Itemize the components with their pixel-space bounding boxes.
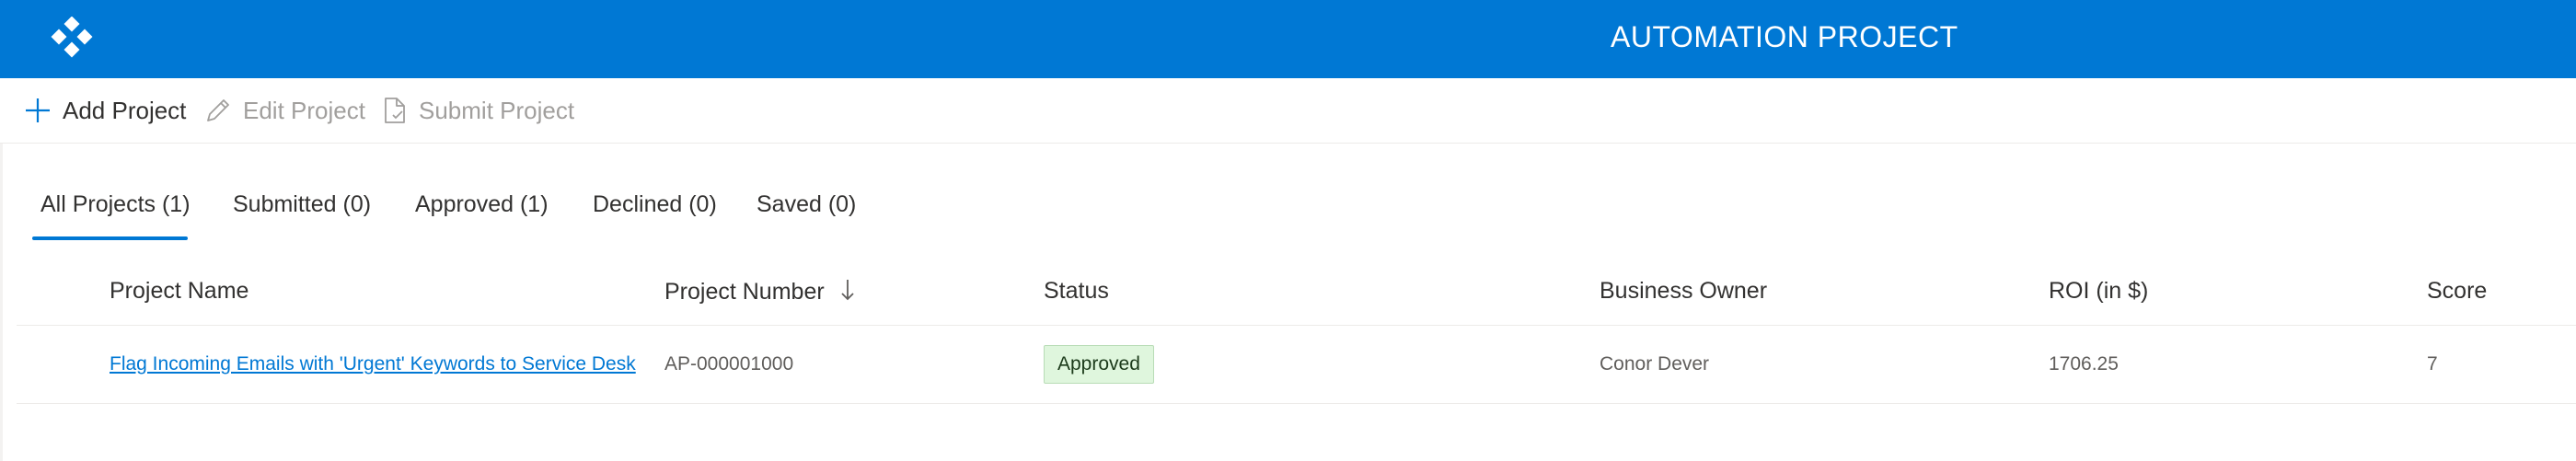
active-tab-indicator bbox=[32, 236, 188, 240]
tab-approved[interactable]: Approved (1) bbox=[415, 191, 549, 218]
pencil-icon bbox=[207, 99, 229, 121]
cell-project-number: AP-000001000 bbox=[664, 353, 794, 375]
project-name-link[interactable]: Flag Incoming Emails with 'Urgent' Keywo… bbox=[110, 353, 636, 375]
edit-project-button[interactable]: Edit Project bbox=[204, 78, 365, 143]
plus-icon bbox=[26, 98, 50, 122]
command-bar: Add Project Edit Project Submit Project bbox=[0, 78, 2576, 144]
column-header-label: Business Owner bbox=[1600, 278, 1768, 304]
submit-project-button[interactable]: Submit Project bbox=[382, 78, 574, 143]
cell-business-owner: Conor Dever bbox=[1600, 353, 1710, 375]
column-header-label: Project Name bbox=[110, 278, 249, 304]
project-tabs: All Projects (1) Submitted (0) Approved … bbox=[0, 144, 2576, 245]
tab-submitted[interactable]: Submitted (0) bbox=[233, 191, 371, 218]
app-header: AUTOMATION PROJECT bbox=[0, 0, 2576, 78]
tab-declined[interactable]: Declined (0) bbox=[593, 191, 717, 218]
column-header-project-name[interactable]: Project Name bbox=[110, 278, 248, 305]
cell-project-name: Flag Incoming Emails with 'Urgent' Keywo… bbox=[110, 326, 640, 403]
column-header-project-number[interactable]: Project Number bbox=[664, 278, 855, 305]
cell-status: Approved bbox=[1044, 326, 1154, 403]
document-icon bbox=[385, 98, 405, 123]
column-header-roi[interactable]: ROI (in $) bbox=[2049, 278, 2148, 305]
column-header-status[interactable]: Status bbox=[1044, 278, 1109, 305]
column-header-label: ROI (in $) bbox=[2049, 278, 2149, 304]
submit-project-label: Submit Project bbox=[419, 96, 575, 124]
cell-roi: 1706.25 bbox=[2049, 353, 2119, 375]
edit-project-label: Edit Project bbox=[243, 96, 365, 124]
column-header-label: Project Number bbox=[664, 279, 825, 305]
column-header-label: Score bbox=[2427, 278, 2488, 304]
table-header: Project Name Project Number Status Busin… bbox=[17, 258, 2576, 326]
tab-saved[interactable]: Saved (0) bbox=[757, 191, 856, 218]
tab-all-projects[interactable]: All Projects (1) bbox=[40, 191, 191, 218]
add-project-label: Add Project bbox=[63, 96, 187, 124]
app-logo-icon[interactable] bbox=[46, 16, 98, 61]
table-row[interactable]: Flag Incoming Emails with 'Urgent' Keywo… bbox=[17, 326, 2576, 404]
column-header-business-owner[interactable]: Business Owner bbox=[1600, 278, 1767, 305]
sort-descending-icon bbox=[840, 280, 854, 301]
cell-score: 7 bbox=[2427, 353, 2438, 375]
column-header-score[interactable]: Score bbox=[2427, 278, 2487, 305]
app-title: AUTOMATION PROJECT bbox=[1611, 20, 1958, 53]
add-project-button[interactable]: Add Project bbox=[24, 78, 186, 143]
column-header-label: Status bbox=[1044, 278, 1109, 304]
status-badge: Approved bbox=[1044, 345, 1154, 384]
